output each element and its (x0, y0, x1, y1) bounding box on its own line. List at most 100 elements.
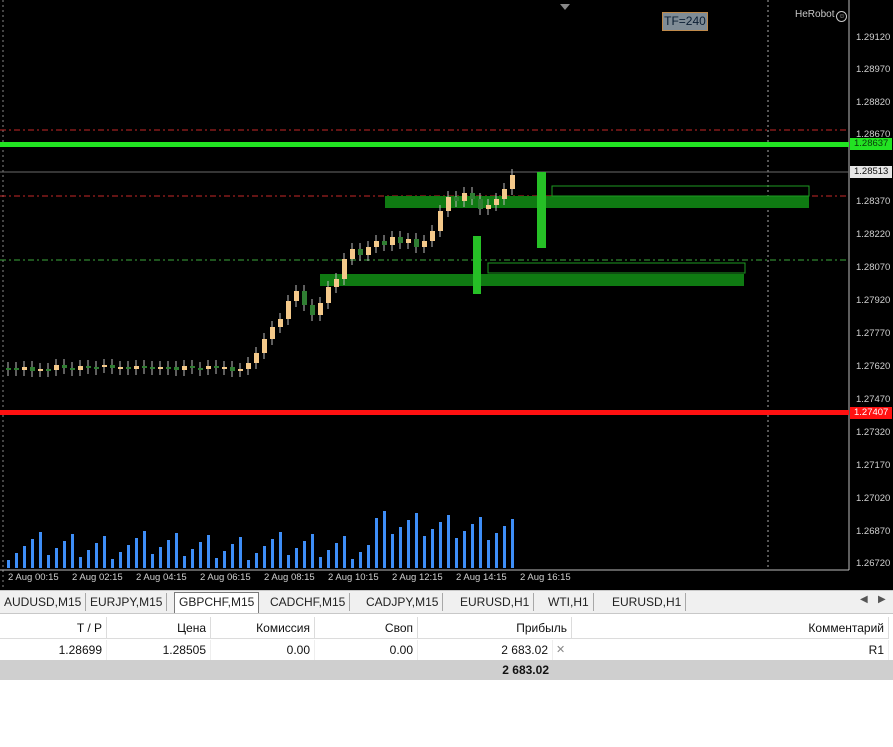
volume-bar (335, 543, 338, 568)
candle (62, 365, 67, 368)
cell-commission[interactable]: 0.00 (211, 640, 315, 660)
volume-bar (303, 541, 306, 568)
candle (510, 175, 515, 189)
candle (22, 367, 27, 370)
volume-bar (375, 518, 378, 568)
volume-bar (271, 539, 274, 568)
col-header-profit[interactable]: Прибыль (418, 617, 572, 639)
cell-price[interactable]: 1.28505 (107, 640, 211, 660)
tab-cadjpy-m15[interactable]: CADJPY,M15 (362, 593, 444, 611)
brand-label: HeRobot ☺ (795, 9, 848, 22)
time-tick: 2 Aug 10:15 (328, 572, 379, 583)
candle (334, 279, 339, 287)
totals-row: 2 683.02 (0, 660, 893, 680)
col-header-swap[interactable]: Своп (315, 617, 418, 639)
price-tick: 1.28970 (856, 64, 891, 75)
resistance-line[interactable] (0, 142, 849, 147)
volume-bar (127, 545, 130, 568)
candle (446, 197, 451, 211)
volume-layer (7, 511, 514, 568)
cell-profit[interactable]: 2 683.02 (418, 640, 553, 660)
price-tick: 1.28820 (856, 97, 891, 108)
volume-bar (287, 555, 290, 568)
candle (254, 353, 259, 363)
volume-bar (295, 548, 298, 568)
candle (414, 239, 419, 247)
tab-eurjpy-m15[interactable]: EURJPY,M15 (86, 593, 168, 611)
tab-wti-h1[interactable]: WTI,H1 (544, 593, 594, 611)
candle (142, 366, 147, 368)
timeframe-badge: TF=240 (662, 12, 708, 31)
volume-bar (159, 547, 162, 568)
candle (46, 369, 51, 371)
col-header-price[interactable]: Цена (107, 617, 211, 639)
price-tick: 1.26720 (856, 558, 891, 569)
support-line[interactable] (0, 410, 849, 415)
candle (262, 339, 267, 353)
volume-bar (311, 534, 314, 568)
cell-comment[interactable]: R1 (572, 640, 889, 660)
cell-swap[interactable]: 0.00 (315, 640, 418, 660)
candle (462, 193, 467, 201)
candle (470, 193, 475, 199)
candle (310, 305, 315, 315)
tab-eurusd-h1[interactable]: EURUSD,H1 (456, 593, 535, 611)
volume-bar (7, 560, 10, 568)
tab-eurusd-h1[interactable]: EURUSD,H1 (608, 593, 687, 611)
col-header-commission[interactable]: Комиссия (211, 617, 315, 639)
volume-bar (447, 515, 450, 568)
volume-bar (399, 527, 402, 568)
breakout-bar-1 (473, 236, 481, 294)
candle (438, 211, 443, 231)
volume-bar (439, 522, 442, 568)
tab-gbpchf-m15[interactable]: GBPCHF,M15 (174, 592, 260, 613)
price-tick: 1.27920 (856, 295, 891, 306)
candle (126, 367, 131, 369)
candle (158, 367, 163, 369)
volume-bar (431, 529, 434, 568)
price-tick: 1.27620 (856, 361, 891, 372)
col-header-tp[interactable]: T / P (0, 617, 107, 639)
candle (54, 365, 59, 370)
price-tag-resistance: 1.28637 (850, 138, 892, 150)
zone-upper-outline (551, 185, 810, 197)
price-tick: 1.27320 (856, 427, 891, 438)
candle (182, 366, 187, 370)
candle (486, 205, 491, 209)
scroll-marker-icon (560, 4, 570, 10)
candle (30, 367, 35, 371)
candle (318, 303, 323, 315)
volume-bar (383, 511, 386, 568)
triangle-left-icon[interactable]: ◀ (860, 594, 868, 605)
col-header-comment[interactable]: Комментарий (572, 617, 889, 639)
candle (238, 369, 243, 371)
candle (166, 367, 171, 369)
candle (342, 259, 347, 279)
candle (86, 366, 91, 368)
cell-tp[interactable]: 1.28699 (0, 640, 107, 660)
volume-bar (407, 520, 410, 568)
volume-bar (495, 533, 498, 568)
candle (230, 367, 235, 371)
triangle-right-icon[interactable]: ▶ (878, 594, 886, 605)
zone-lower[interactable] (320, 274, 744, 286)
candle (70, 368, 75, 370)
time-tick: 2 Aug 00:15 (8, 572, 59, 583)
total-profit: 2 683.02 (502, 663, 549, 677)
volume-bar (215, 558, 218, 568)
candle (102, 365, 107, 367)
close-icon[interactable]: ✕ (556, 640, 565, 660)
candle (390, 237, 395, 245)
tab-audusd-m15[interactable]: AUDUSD,M15 (0, 593, 87, 611)
candle (118, 367, 123, 369)
volume-bar (319, 557, 322, 568)
time-tick: 2 Aug 12:15 (392, 572, 443, 583)
chart-canvas[interactable] (0, 0, 893, 590)
price-chart[interactable]: TF=240 HeRobot ☺ 1.29120 1.28970 1.28820 1.2… (0, 0, 893, 590)
candle (222, 367, 227, 369)
candle (198, 368, 203, 370)
volume-bar (463, 531, 466, 568)
tab-cadchf-m15[interactable]: CADCHF,M15 (266, 593, 351, 611)
brand-text: HeRobot (795, 9, 835, 20)
candle (286, 301, 291, 319)
